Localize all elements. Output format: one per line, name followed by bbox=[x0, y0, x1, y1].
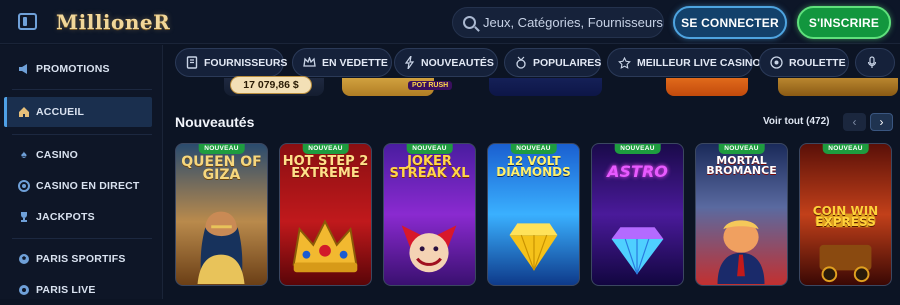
search-icon bbox=[463, 16, 476, 29]
tab-label: ROULETTE bbox=[789, 56, 846, 69]
sidebar: PROMOTIONS ACCUEIL ♠ CASINO CASINO EN DI… bbox=[0, 45, 163, 299]
medal-icon bbox=[515, 56, 527, 70]
game-thumbnail[interactable] bbox=[666, 78, 748, 96]
new-badge: NOUVEAU bbox=[198, 144, 245, 154]
sidebar-item-jackpots[interactable]: JACKPOTS bbox=[0, 202, 163, 232]
carousel-prev-button[interactable]: ‹ bbox=[843, 113, 866, 131]
sidebar-toggle-icon[interactable] bbox=[18, 13, 37, 30]
home-icon bbox=[18, 106, 30, 118]
purple-diamond-art bbox=[611, 227, 664, 275]
sidebar-item-casino-en-direct[interactable]: CASINO EN DIRECT bbox=[0, 171, 163, 201]
lightning-icon bbox=[405, 56, 415, 70]
tab-nouveautes[interactable]: NOUVEAUTÉS bbox=[394, 48, 498, 77]
game-card-queen-of-giza[interactable]: NOUVEAU QUEEN OF GIZA bbox=[175, 143, 268, 286]
game-card-coin-win-express[interactable]: NOUVEAU COIN WIN EXPRESS bbox=[799, 143, 892, 286]
sidebar-item-label: PARIS LIVE bbox=[36, 284, 96, 296]
tab-live-shows[interactable] bbox=[855, 48, 895, 77]
yellow-diamond-art bbox=[509, 223, 558, 271]
chevron-left-icon: ‹ bbox=[852, 115, 857, 129]
new-badge: NOUVEAU bbox=[718, 144, 765, 154]
sidebar-item-label: JACKPOTS bbox=[36, 211, 95, 223]
search-input[interactable] bbox=[483, 15, 663, 30]
tab-meilleur-live-casino[interactable]: MEILLEUR LIVE CASINO bbox=[607, 48, 761, 77]
game-title: HOT STEP 2 EXTREME bbox=[282, 154, 369, 182]
sidebar-item-label: PARIS SPORTIFS bbox=[36, 253, 126, 265]
megaphone-icon bbox=[18, 63, 30, 75]
tab-label: MEILLEUR LIVE CASINO bbox=[637, 56, 761, 69]
trophy-icon bbox=[18, 211, 30, 223]
crown-art bbox=[292, 219, 358, 273]
tab-label: POPULAIRES bbox=[533, 56, 602, 69]
tab-populaires[interactable]: POPULAIRES bbox=[504, 48, 601, 77]
top-header: MillioneR SE CONNECTER S'INSCRIRE bbox=[0, 0, 900, 44]
sidebar-item-label: PROMOTIONS bbox=[36, 63, 110, 75]
crown-icon bbox=[303, 56, 316, 70]
game-title: COIN WIN EXPRESS bbox=[812, 204, 879, 230]
character-art bbox=[717, 220, 765, 285]
chip-icon bbox=[18, 180, 30, 192]
tab-label: NOUVEAUTÉS bbox=[421, 56, 494, 69]
login-button[interactable]: SE CONNECTER bbox=[673, 6, 787, 39]
tab-label: FOURNISSEURS bbox=[204, 56, 288, 69]
live-icon bbox=[18, 284, 30, 296]
game-title: JOKER STREAK XL bbox=[389, 154, 470, 182]
queen-of-giza-art bbox=[197, 211, 245, 285]
star-icon bbox=[618, 56, 631, 70]
sidebar-item-label: ACCUEIL bbox=[36, 106, 85, 118]
search-bar[interactable] bbox=[452, 7, 664, 38]
tab-label: EN VEDETTE bbox=[322, 56, 388, 69]
logo[interactable]: MillioneR bbox=[56, 10, 170, 34]
football-icon bbox=[18, 253, 30, 265]
sidebar-item-paris-sportifs[interactable]: PARIS SPORTIFS bbox=[0, 244, 163, 274]
sidebar-item-label: CASINO EN DIRECT bbox=[36, 180, 140, 192]
game-title: ASTRO bbox=[607, 162, 668, 181]
new-badge: NOUVEAU bbox=[302, 144, 349, 154]
joker-art bbox=[401, 225, 457, 273]
sidebar-item-label: CASINO bbox=[36, 149, 79, 161]
signup-button[interactable]: S'INSCRIRE bbox=[797, 6, 891, 39]
sidebar-item-casino[interactable]: ♠ CASINO bbox=[0, 140, 163, 170]
sidebar-divider bbox=[12, 134, 152, 135]
sidebar-divider bbox=[12, 89, 152, 90]
game-title: 12 VOLT DIAMONDS bbox=[496, 154, 571, 180]
jackpot-amount: 17 079,86 $ bbox=[230, 76, 312, 94]
game-title: MORTAL BROMANCE bbox=[706, 154, 777, 178]
tab-en-vedette[interactable]: EN VEDETTE bbox=[292, 48, 392, 77]
game-card-joker-streak-xl[interactable]: NOUVEAU JOKER STREAK XL bbox=[383, 143, 476, 286]
chevron-right-icon: › bbox=[879, 115, 884, 129]
game-card-astro[interactable]: NOUVEAU ASTRO bbox=[591, 143, 684, 286]
sidebar-item-paris-live[interactable]: PARIS LIVE bbox=[0, 275, 163, 305]
sidebar-divider bbox=[12, 238, 152, 239]
game-card-mortal-bromance[interactable]: NOUVEAU MORTAL BROMANCE bbox=[695, 143, 788, 286]
new-badge: NOUVEAU bbox=[510, 144, 557, 154]
new-badge: NOUVEAU bbox=[614, 144, 661, 154]
roulette-icon bbox=[770, 56, 783, 70]
book-icon bbox=[186, 56, 198, 70]
tab-fournisseurs[interactable]: FOURNISSEURS bbox=[175, 48, 288, 77]
game-title: QUEEN OF GIZA bbox=[181, 154, 262, 184]
tab-roulette[interactable]: ROULETTE bbox=[759, 48, 849, 77]
game-thumbnail[interactable] bbox=[778, 78, 898, 96]
carousel-next-button[interactable]: › bbox=[870, 113, 893, 131]
category-tabs: FOURNISSEURS EN VEDETTE NOUVEAUTÉS POPUL… bbox=[175, 48, 900, 78]
spade-icon: ♠ bbox=[20, 149, 28, 161]
pot-rush-label: POT RUSH bbox=[408, 81, 453, 90]
game-thumbnail[interactable] bbox=[489, 78, 602, 96]
sidebar-item-accueil[interactable]: ACCUEIL bbox=[4, 97, 152, 127]
new-badge: NOUVEAU bbox=[406, 144, 453, 154]
microphone-icon bbox=[866, 56, 878, 70]
see-all-link[interactable]: Voir tout (472) bbox=[763, 116, 829, 127]
section-title: Nouveautés bbox=[175, 114, 255, 130]
game-card-12-volt-diamonds[interactable]: NOUVEAU 12 VOLT DIAMONDS bbox=[487, 143, 580, 286]
game-card-hot-step-2[interactable]: NOUVEAU HOT STEP 2 EXTREME bbox=[279, 143, 372, 286]
sidebar-item-promotions[interactable]: PROMOTIONS bbox=[0, 54, 163, 84]
new-badge: NOUVEAU bbox=[822, 144, 869, 154]
